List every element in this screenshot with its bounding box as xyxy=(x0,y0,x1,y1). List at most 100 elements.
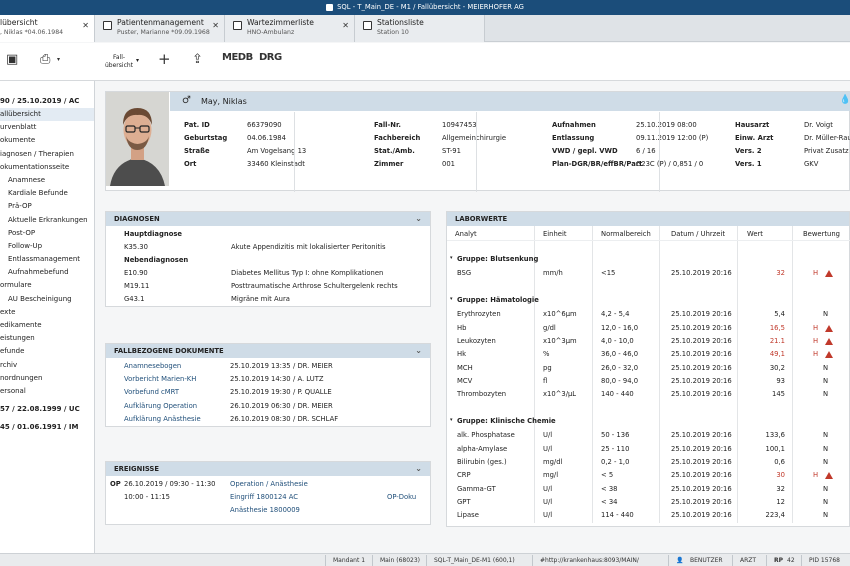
sidebar-item[interactable]: ormulare xyxy=(0,279,94,292)
sidebar-item[interactable]: efunde xyxy=(0,345,94,358)
drg-button[interactable]: DRG xyxy=(259,52,282,63)
event-extra-link[interactable]: OP-Doku xyxy=(387,493,416,501)
lab-unit: U/l xyxy=(543,484,553,493)
sidebar-item[interactable]: Kardiale Befunde xyxy=(0,187,94,200)
lab-value: 30 xyxy=(776,471,785,480)
status-rp-value: 42 xyxy=(787,557,795,564)
sidebar-item[interactable]: Anamnese xyxy=(0,174,94,187)
lab-group-toggle-icon[interactable]: ▾ xyxy=(450,255,453,261)
sidebar-item[interactable]: rchiv xyxy=(0,359,94,372)
diagnosis-text: Migräne mit Aura xyxy=(231,295,290,303)
column-header[interactable]: Normalbereich xyxy=(601,230,651,238)
lab-group-header[interactable]: Gruppe: Klinische Chemie xyxy=(457,417,556,425)
column-header[interactable]: Analyt xyxy=(455,230,477,238)
lab-value: 30,2 xyxy=(769,363,785,372)
printer-icon[interactable]: ⎙ xyxy=(40,52,50,67)
column-header[interactable]: Einheit xyxy=(543,230,567,238)
status-bar: Mandant 1 Main (68023) SQL-T_Main_DE-M1 … xyxy=(0,553,850,566)
lab-rating: H xyxy=(813,323,819,332)
document-link[interactable]: Aufklärung Operation xyxy=(124,402,197,410)
sidebar-item[interactable]: Post-OP xyxy=(0,227,94,240)
patient-field-label: Plan-DGR/BR/effBR/Part xyxy=(552,160,643,168)
sidebar-case-header[interactable]: 45 / 01.06.1991 / IM xyxy=(0,420,94,434)
sidebar-item[interactable]: Aufnahmebefund xyxy=(0,266,94,279)
lab-value: 49,1 xyxy=(769,350,785,359)
lab-group-header[interactable]: Gruppe: Blutsenkung xyxy=(457,255,538,263)
lab-group-toggle-icon[interactable]: ▾ xyxy=(450,417,453,423)
patient-field-value: Dr. Müller-Raul xyxy=(804,134,850,142)
sidebar-item[interactable]: Prä-OP xyxy=(0,200,94,213)
event-link[interactable]: Eingriff 1800124 AC xyxy=(230,493,298,501)
lab-unit: pg xyxy=(543,363,552,372)
sidebar-item[interactable]: okumentationsseite xyxy=(0,161,94,174)
lab-rating: N xyxy=(823,390,829,399)
status-db: SQL-T_Main_DE-M1 (600,1) xyxy=(434,557,515,564)
column-header[interactable]: Wert xyxy=(747,230,763,238)
divider xyxy=(294,112,295,192)
chevron-down-icon[interactable]: ▾ xyxy=(136,57,139,64)
row-divider xyxy=(447,240,850,241)
tab-stationsliste[interactable]: Stationsliste Station 10 xyxy=(355,15,485,42)
lab-unit: U/l xyxy=(543,511,553,520)
sidebar-item[interactable]: eistungen xyxy=(0,332,94,345)
chevron-down-icon[interactable]: ⌄ xyxy=(415,462,422,476)
sidebar-item[interactable]: exte xyxy=(0,306,94,319)
event-link[interactable]: Anästhesie 1800009 xyxy=(230,506,300,514)
chevron-down-icon[interactable]: ▾ xyxy=(57,56,60,63)
lab-rating: N xyxy=(823,484,829,493)
sidebar-item[interactable]: iagnosen / Therapien xyxy=(0,148,94,161)
divider xyxy=(532,555,533,566)
sidebar-item[interactable]: edikamente xyxy=(0,319,94,332)
share-icon[interactable]: ⇪ xyxy=(192,52,203,67)
chevron-down-icon[interactable]: ⌄ xyxy=(415,212,422,226)
drop-icon[interactable]: 💧 xyxy=(840,95,850,105)
event-link[interactable]: Operation / Anästhesie xyxy=(230,480,308,488)
lab-datetime: 25.10.2019 20:16 xyxy=(671,497,732,506)
diagnosis-text: Posttraumatische Arthrose Schultergelenk… xyxy=(231,282,398,290)
document-link[interactable]: Vorbericht Marien-KH xyxy=(124,375,196,383)
sidebar-item[interactable]: urvenblatt xyxy=(0,121,94,134)
sidebar-case-header[interactable]: 90 / 25.10.2019 / AC xyxy=(0,94,94,108)
tab-wartezimmerliste[interactable]: Wartezimmerliste HNO-Ambulanz ✕ xyxy=(225,15,355,42)
patient-field-label: Ort xyxy=(184,160,197,168)
sidebar-item[interactable]: allübersicht xyxy=(0,108,94,122)
lab-value: 12 xyxy=(776,497,785,506)
lab-range: 114 - 440 xyxy=(601,511,634,520)
column-header[interactable]: Datum / Uhrzeit xyxy=(671,230,725,238)
lab-range: < 38 xyxy=(601,484,618,493)
fallubersicht-button[interactable]: Fall- übersicht xyxy=(105,54,133,70)
ereignisse-panel: EREIGNISSE ⌄ OP 26.10.2019 / 09:30 - 11:30… xyxy=(105,461,431,525)
lab-range: 12,0 - 16,0 xyxy=(601,323,639,332)
medb-button[interactable]: MEDB xyxy=(222,52,253,63)
document-link[interactable]: Vorbefund cMRT xyxy=(124,388,179,396)
sidebar-item[interactable]: AU Bescheinigung xyxy=(0,293,94,306)
scan-icon[interactable]: ▣ xyxy=(6,52,18,67)
divider xyxy=(801,555,802,566)
panel-title: DIAGNOSEN xyxy=(114,215,160,223)
toolbar: ▣ ⎙ ▾ Fall- übersicht ▾ + ⇪ MEDB DRG xyxy=(0,43,850,81)
close-icon[interactable]: ✕ xyxy=(212,21,219,30)
tab-patientenmanagement[interactable]: Patientenmanagement Puster, Marianne *09… xyxy=(95,15,225,42)
status-main: Main (68023) xyxy=(380,557,420,564)
patient-field-value: 6 / 16 xyxy=(636,147,656,155)
lab-group-header[interactable]: Gruppe: Hämatologie xyxy=(457,296,539,304)
tab-fallubersicht[interactable]: lübersicht , Niklas *04.06.1984 ✕ xyxy=(0,15,95,42)
document-link[interactable]: Anamnesebogen xyxy=(124,362,181,370)
lab-group-toggle-icon[interactable]: ▾ xyxy=(450,296,453,302)
lab-analyt: Erythrozyten xyxy=(457,310,501,319)
add-icon[interactable]: + xyxy=(158,50,171,68)
sidebar-item[interactable]: Follow-Up xyxy=(0,240,94,253)
sidebar-item[interactable]: nordnungen xyxy=(0,372,94,385)
close-icon[interactable]: ✕ xyxy=(82,21,89,30)
sidebar-case-header[interactable]: 57 / 22.08.1999 / UC xyxy=(0,402,94,416)
close-icon[interactable]: ✕ xyxy=(342,21,349,30)
column-header[interactable]: Bewertung xyxy=(803,230,840,238)
sidebar-item[interactable]: Aktuelle Erkrankungen xyxy=(0,214,94,227)
document-link[interactable]: Aufklärung Anästhesie xyxy=(124,415,201,423)
sidebar-item[interactable]: okumente xyxy=(0,134,94,147)
laborwerte-panel: LABORWERTE Analyt Einheit Normalbereich Dat… xyxy=(446,211,850,527)
chevron-down-icon[interactable]: ⌄ xyxy=(415,344,422,358)
sidebar-item[interactable]: Entlassmanagement xyxy=(0,253,94,266)
sidebar-item[interactable]: ersonal xyxy=(0,385,94,398)
lab-analyt: alk. Phosphatase xyxy=(457,431,515,440)
